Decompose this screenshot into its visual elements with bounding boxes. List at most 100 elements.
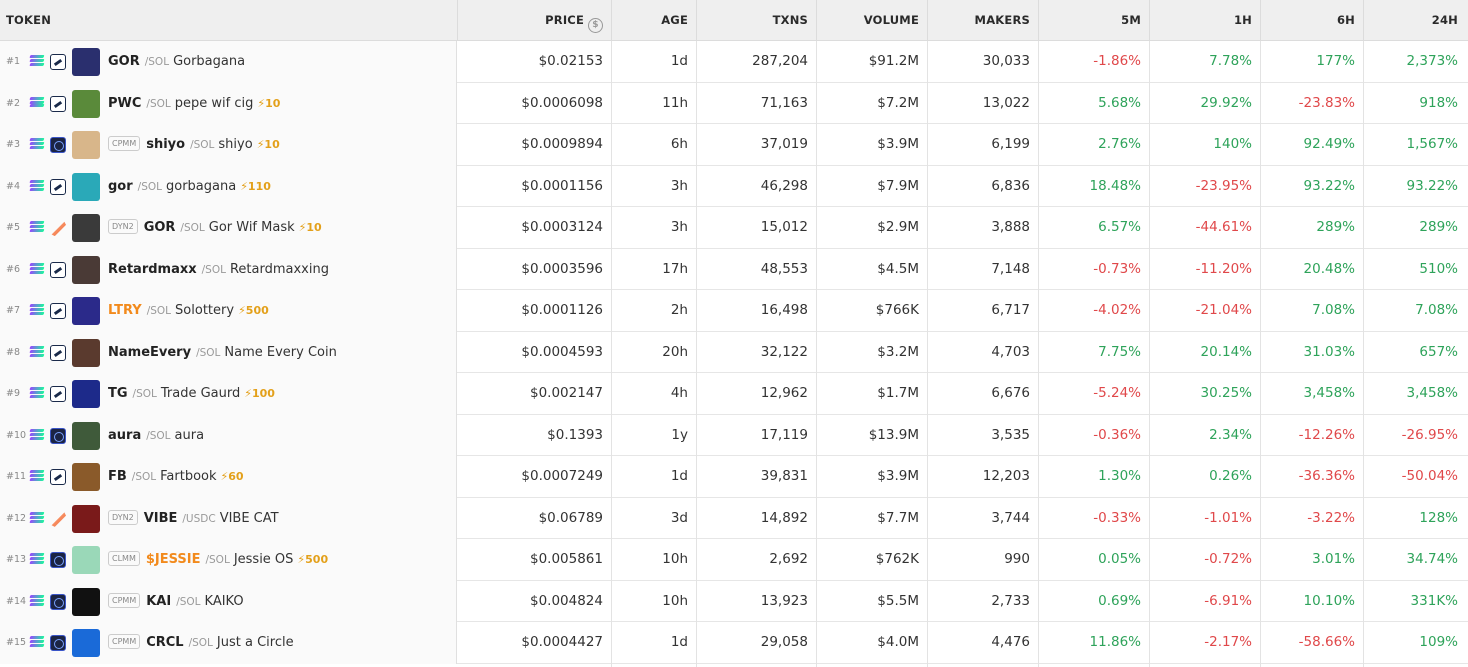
pool-type-badge: DYN2 [108, 219, 138, 235]
col-price[interactable]: PRICE $ [470, 0, 603, 41]
cell-m5: 2.76% [1098, 136, 1141, 153]
cell-h6: 93.22% [1303, 177, 1355, 194]
cell-makers: 2,733 [991, 592, 1030, 609]
quote-token: /SOL [146, 429, 171, 442]
rank-label: #1 [6, 56, 21, 67]
col-age[interactable]: AGE [612, 0, 688, 41]
table-row[interactable]: #10 aura/SOL aura $0.1393 1y 17,119 $13.9M 3,53… [0, 414, 1468, 457]
cell-makers: 13,022 [982, 94, 1030, 111]
cell-m5: 0.05% [1098, 551, 1141, 568]
solana-icon [29, 96, 45, 109]
table-row[interactable]: #4 gor/SOL gorbagana ⚡110 $0.0001156 3h 46,298… [0, 165, 1468, 208]
table-row[interactable]: #5 DYN2 GOR/SOL Gor Wif Mask ⚡10 $0.0003124 3h… [0, 207, 1468, 249]
cell-volume: $91.2M [868, 53, 919, 69]
quote-token: /SOL [205, 554, 230, 567]
quote-token: /SOL [131, 471, 157, 484]
token-cell[interactable]: #14 CPMM KAI/SOL KAIKO [0, 580, 457, 623]
table-row[interactable]: #14 CPMM KAI/SOL KAIKO $0.004824 10h 13,923 $5.… [0, 580, 1468, 623]
col-token[interactable]: TOKEN [6, 0, 51, 41]
token-name: VIBE CAT [219, 510, 279, 526]
token-name: Jessie OS [233, 552, 294, 568]
token-cell[interactable]: #15 CPMM CRCL/SOL Just a Circle [0, 622, 457, 664]
cell-h6: 10.10% [1303, 592, 1355, 609]
divider [1038, 41, 1039, 667]
col-5m[interactable]: 5M [1039, 0, 1141, 41]
table-row[interactable]: #15 CPMM CRCL/SOL Just a Circle $0.0004427 1d… [0, 622, 1468, 664]
cell-makers: 4,703 [991, 343, 1030, 360]
cell-h24: 331K% [1410, 592, 1458, 609]
cell-age: 10h [662, 592, 688, 609]
token-cell[interactable]: #9 TG/SOL Trade Gaurd ⚡100 [0, 373, 457, 415]
table-row[interactable]: #6 Retardmaxx/SOL Retardmaxxing $0.0003596 1… [0, 248, 1468, 291]
token-symbol: TG [108, 386, 128, 402]
cell-age: 20h [662, 343, 688, 360]
token-cell[interactable]: #4 gor/SOL gorbagana ⚡110 [0, 165, 457, 208]
cell-price: $0.0009894 [521, 136, 603, 153]
table-row[interactable]: #3 CPMM shiyo/SOL shiyo ⚡10 $0.0009894 6h 37,01… [0, 124, 1468, 166]
col-6h[interactable]: 6H [1261, 0, 1355, 41]
token-cell[interactable]: #12 DYN2 VIBE/USDC VIBE CAT [0, 497, 457, 540]
token-symbol: KAI [146, 593, 172, 609]
col-24h[interactable]: 24H [1364, 0, 1458, 41]
token-cell[interactable]: #11 FB/SOL Fartbook ⚡60 [0, 456, 457, 498]
cell-txns: 14,892 [760, 509, 808, 526]
rank-label: #2 [6, 97, 21, 109]
cell-h1: 2.34% [1209, 426, 1252, 443]
table-row[interactable]: #13 CLMM $JESSIE/SOL Jessie OS ⚡500 $0.005861… [0, 539, 1468, 581]
cell-makers: 6,836 [991, 177, 1030, 194]
token-info: PWC/SOL pepe wif cig ⚡10 [108, 83, 280, 125]
pool-type-badge: CPMM [108, 136, 141, 152]
token-info: CPMM shiyo/SOL shiyo ⚡10 [108, 124, 280, 166]
cell-h1: 7.78% [1209, 53, 1252, 69]
token-cell[interactable]: #7 LTRY/SOL Solottery ⚡500 [0, 290, 457, 332]
table-row[interactable]: #9 TG/SOL Trade Gaurd ⚡100 $0.002147 4h 12,962… [0, 373, 1468, 415]
token-cell[interactable]: #2 PWC/SOL pepe wif cig ⚡10 [0, 82, 457, 125]
cell-h6: 3.01% [1312, 551, 1355, 568]
token-avatar [72, 629, 100, 658]
quote-token: /SOL [190, 139, 215, 152]
token-info: CPMM KAI/SOL KAIKO [108, 581, 244, 623]
cell-txns: 15,012 [760, 219, 808, 236]
token-info: Retardmaxx/SOL Retardmaxxing [108, 249, 329, 291]
col-txns[interactable]: TXNS [697, 0, 808, 41]
token-name: Gor Wif Mask [208, 220, 295, 236]
table-row[interactable]: #12 DYN2 VIBE/USDC VIBE CAT $0.06789 3d 14,892… [0, 497, 1468, 540]
solana-icon [29, 636, 45, 648]
token-avatar [72, 338, 100, 367]
cell-h24: 93.22% [1406, 177, 1458, 194]
cell-h6: -12.26% [1298, 426, 1355, 443]
table-row[interactable]: #11 FB/SOL Fartbook ⚡60 $0.0007249 1d 39,831 $3… [0, 456, 1468, 498]
col-1h[interactable]: 1H [1150, 0, 1252, 41]
cell-h6: 3,458% [1303, 385, 1355, 402]
quote-token: /SOL [176, 595, 201, 608]
token-symbol: $JESSIE [145, 552, 201, 568]
rank-label: #6 [6, 263, 21, 275]
token-symbol: NameEvery [108, 344, 192, 360]
token-cell[interactable]: #1 GOR/SOL Gorbagana [0, 41, 457, 83]
cell-age: 11h [662, 94, 688, 111]
token-symbol: FB [108, 469, 127, 485]
token-cell[interactable]: #8 NameEvery/SOL Name Every Coin [0, 331, 457, 374]
col-makers[interactable]: MAKERS [928, 0, 1030, 41]
dollar-icon[interactable]: $ [588, 18, 603, 33]
token-cell[interactable]: #3 CPMM shiyo/SOL shiyo ⚡10 [0, 124, 457, 166]
cell-m5: 18.48% [1089, 177, 1141, 194]
token-symbol: aura [108, 427, 142, 443]
token-cell[interactable]: #5 DYN2 GOR/SOL Gor Wif Mask ⚡10 [0, 207, 457, 249]
token-cell[interactable]: #13 CLMM $JESSIE/SOL Jessie OS ⚡500 [0, 539, 457, 581]
token-name: pepe wif cig [174, 95, 254, 111]
quote-token: /SOL [201, 263, 226, 276]
cell-h6: 177% [1316, 53, 1355, 69]
cell-h24: 7.08% [1415, 302, 1458, 319]
token-cell[interactable]: #10 aura/SOL aura [0, 414, 457, 457]
table-row[interactable]: #7 LTRY/SOL Solottery ⚡500 $0.0001126 2h 16,49… [0, 290, 1468, 332]
table-row[interactable]: #8 NameEvery/SOL Name Every Coin $0.0004593… [0, 331, 1468, 374]
cell-h6: -23.83% [1298, 94, 1355, 111]
solana-icon [29, 594, 45, 607]
table-row[interactable]: #1 GOR/SOL Gorbagana $0.02153 1d 287,204 $91.2… [0, 41, 1468, 83]
table-row[interactable]: #2 PWC/SOL pepe wif cig ⚡10 $0.0006098 11h 71,… [0, 82, 1468, 125]
token-cell[interactable]: #6 Retardmaxx/SOL Retardmaxxing [0, 248, 457, 291]
col-volume[interactable]: VOLUME [817, 0, 919, 41]
cell-age: 1d [670, 53, 688, 69]
token-avatar [72, 255, 100, 284]
